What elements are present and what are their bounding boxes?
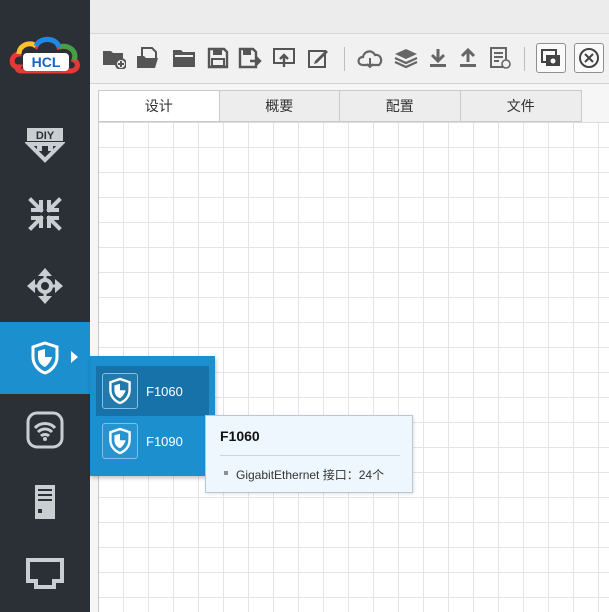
log-icon xyxy=(490,47,511,69)
export-icon xyxy=(273,48,295,67)
log-button[interactable] xyxy=(486,44,514,72)
tab-design[interactable]: 设计 xyxy=(99,91,220,121)
sidebar-item-switch[interactable] xyxy=(0,250,90,322)
tooltip-title: F1060 xyxy=(220,428,260,444)
upload-icon xyxy=(460,47,476,67)
device-label: F1090 xyxy=(146,433,183,449)
save-as-button[interactable] xyxy=(236,44,264,72)
sidebar-item-firewall[interactable] xyxy=(0,322,90,394)
device-label: F1060 xyxy=(146,383,183,399)
cloud-button[interactable] xyxy=(356,44,384,72)
save-as-icon xyxy=(238,47,262,69)
screenshot-button[interactable] xyxy=(536,43,566,73)
device-flyout: F1060 F1090 xyxy=(90,356,215,476)
layers-icon xyxy=(394,49,418,69)
open-folder-button[interactable] xyxy=(170,44,198,72)
toolbar-divider xyxy=(524,47,525,71)
edit-button[interactable] xyxy=(304,44,332,72)
title-strip xyxy=(90,0,609,34)
download-icon xyxy=(430,49,446,67)
workspace-tabs: 设计 概要 配置 文件 xyxy=(98,90,582,122)
firewall-shield-icon xyxy=(31,341,59,375)
wireless-icon xyxy=(26,411,64,449)
main-toolbar xyxy=(90,34,609,84)
tooltip-interface-line: GigabitEthernet 接口：24个 xyxy=(236,468,385,482)
bullet-icon xyxy=(224,471,228,475)
router-icon xyxy=(28,197,62,231)
screenshot-icon xyxy=(541,49,560,66)
sidebar-item-diy[interactable]: DIY xyxy=(0,108,90,180)
open-file-icon xyxy=(137,47,158,68)
layers-button[interactable] xyxy=(392,44,420,72)
save-button[interactable] xyxy=(204,44,232,72)
network-port-icon xyxy=(26,558,64,589)
device-sidebar: HCL DIY xyxy=(0,0,90,612)
toolbar-divider xyxy=(344,47,345,71)
device-item-f1090[interactable]: F1090 xyxy=(96,416,209,466)
device-tooltip: F1060 GigabitEthernet 接口：24个 xyxy=(205,415,413,493)
new-folder-icon xyxy=(103,51,126,69)
open-file-button[interactable] xyxy=(134,44,162,72)
hcl-logo: HCL xyxy=(0,20,90,90)
firewall-device-icon xyxy=(102,373,138,409)
logo-text: HCL xyxy=(32,54,61,70)
workspace: 设计 概要 配置 文件 xyxy=(90,84,609,612)
edit-icon xyxy=(308,50,328,68)
open-folder-icon xyxy=(173,50,195,67)
topology-view-button[interactable] xyxy=(574,43,604,73)
sidebar-item-wireless[interactable] xyxy=(0,394,90,466)
topology-view-icon xyxy=(579,48,599,68)
sidebar-item-network-port[interactable] xyxy=(0,538,90,610)
save-icon xyxy=(207,47,229,69)
tab-overview[interactable]: 概要 xyxy=(219,91,340,121)
sidebar-item-router[interactable] xyxy=(0,178,90,250)
new-folder-button[interactable] xyxy=(100,44,128,72)
upload-button[interactable] xyxy=(454,44,482,72)
tooltip-divider xyxy=(220,455,400,456)
cloud-icon xyxy=(357,50,383,69)
expand-arrow-icon xyxy=(71,351,78,363)
sidebar-item-server[interactable] xyxy=(0,466,90,538)
server-icon xyxy=(35,485,55,519)
tab-config[interactable]: 配置 xyxy=(340,91,461,121)
diy-icon: DIY xyxy=(25,128,65,163)
svg-text:DIY: DIY xyxy=(36,130,55,142)
hcl-app-window: HCL DIY 设计 概要 配置 文件 F1060 F1090 F1060 Gi… xyxy=(0,0,609,612)
device-item-f1060[interactable]: F1060 xyxy=(96,366,209,416)
switch-move-icon xyxy=(27,268,63,304)
firewall-device-icon xyxy=(102,423,138,459)
hcl-logo-icon: HCL xyxy=(9,36,80,74)
tab-files[interactable]: 文件 xyxy=(460,91,581,121)
export-button[interactable] xyxy=(270,44,298,72)
download-button[interactable] xyxy=(424,44,452,72)
